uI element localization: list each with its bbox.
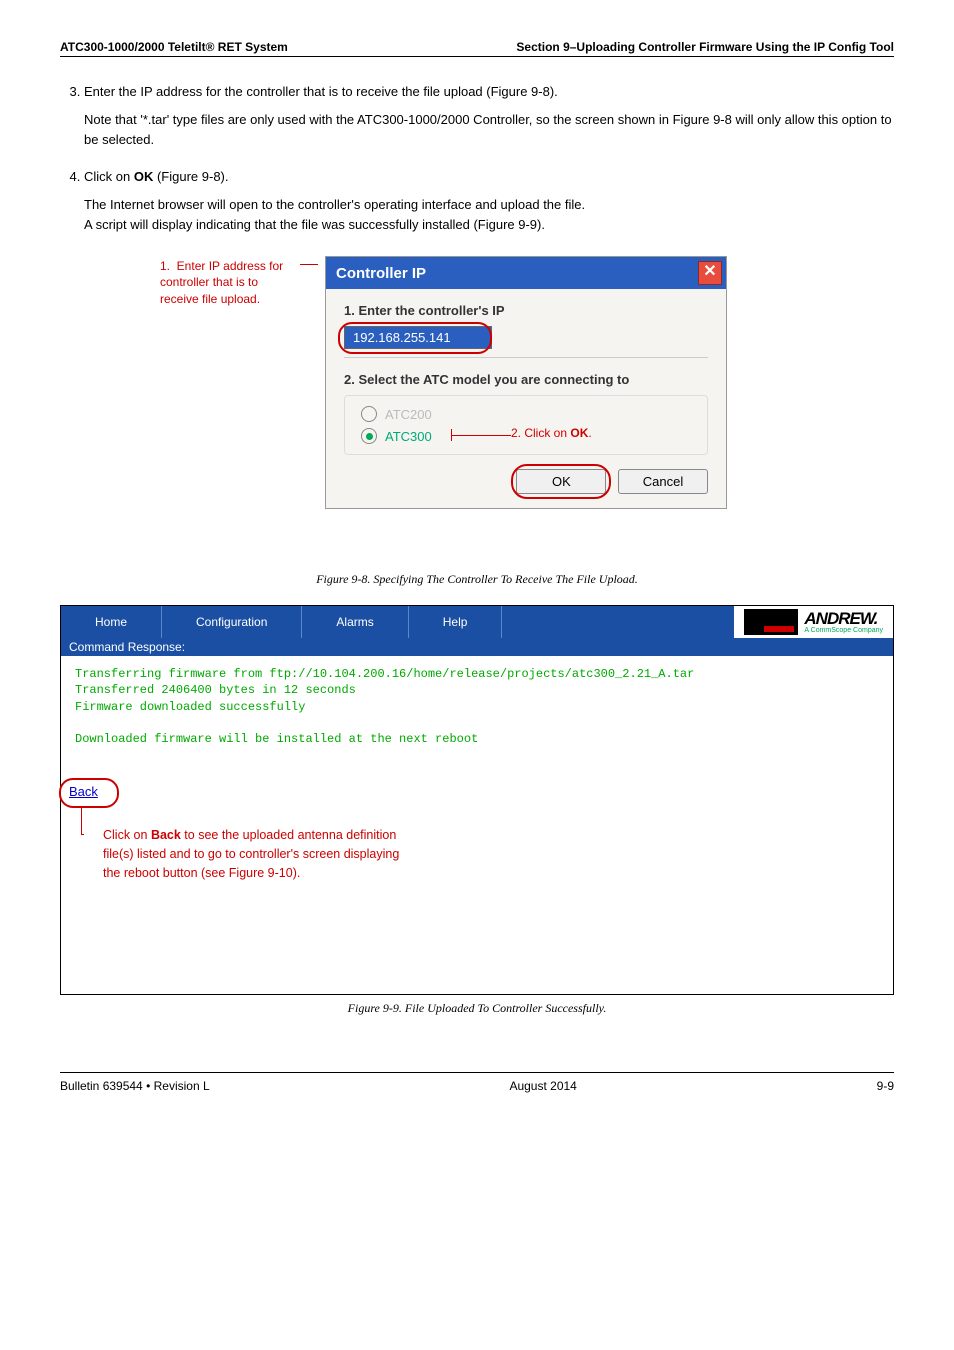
callout-enter-ip-text: 1. Enter IP address for controller that … <box>160 259 287 305</box>
logo-sub-text: A CommScope Company <box>804 627 883 634</box>
tab-home[interactable]: Home <box>61 606 162 638</box>
step-4-note2: A script will display indicating that th… <box>84 215 894 236</box>
tab-configuration[interactable]: Configuration <box>162 606 302 638</box>
command-response-header: Command Response: <box>61 638 893 656</box>
logo-main-text: ANDREW. <box>804 610 883 627</box>
figure-9-8: 1. Enter IP address for controller that … <box>160 256 894 566</box>
callout-line-icon <box>451 435 511 436</box>
tab-help[interactable]: Help <box>409 606 503 638</box>
step-4-post: (Figure 9-8). <box>153 169 228 184</box>
page-footer: Bulletin 639544 • Revision L August 2014… <box>60 1072 894 1093</box>
radio-atc200[interactable]: ATC200 <box>361 406 691 422</box>
callout-click-ok-post: . <box>588 426 591 440</box>
figure-9-9-caption: Figure 9-9. File Uploaded To Controller … <box>60 1001 894 1016</box>
atc-model-radio-group: ATC200 ATC300 2. Click on OK. <box>344 395 708 455</box>
radio-icon <box>361 406 377 422</box>
header-left: ATC300-1000/2000 Teletilt® RET System <box>60 40 288 54</box>
cancel-button[interactable]: Cancel <box>618 469 708 494</box>
dialog-buttons: OK Cancel <box>344 469 708 494</box>
brand-logo: ANDREW. A CommScope Company <box>734 606 893 638</box>
controller-ip-dialog: Controller IP ✕ 1. Enter the controller'… <box>325 256 727 509</box>
step-4-pre: Click on <box>84 169 134 184</box>
footer-center: August 2014 <box>509 1079 576 1093</box>
radio-atc200-label: ATC200 <box>385 407 432 422</box>
callout-click-ok-bold: OK <box>570 426 588 440</box>
callout-back: Click on Back to see the uploaded antenn… <box>103 826 399 882</box>
nav-tabs: Home Configuration Alarms Help ANDREW. A… <box>61 606 893 638</box>
radio-atc300-label: ATC300 <box>385 429 432 444</box>
enter-ip-label: 1. Enter the controller's IP <box>344 303 708 318</box>
callout-enter-ip: 1. Enter IP address for controller that … <box>160 258 300 307</box>
callout-line-icon <box>300 264 318 265</box>
select-model-label: 2. Select the ATC model you are connecti… <box>344 372 708 387</box>
callout-click-ok-pre: 2. Click on <box>511 426 570 440</box>
highlight-circle-icon <box>338 322 492 354</box>
back-link[interactable]: Back <box>69 784 98 799</box>
step-3: Enter the IP address for the controller … <box>84 82 894 151</box>
header-right: Section 9–Uploading Controller Firmware … <box>516 40 894 54</box>
callout-connector-icon <box>81 806 84 835</box>
tab-alarms[interactable]: Alarms <box>302 606 408 638</box>
radio-atc300[interactable]: ATC300 2. Click on OK. <box>361 428 691 444</box>
figure-9-9: Home Configuration Alarms Help ANDREW. A… <box>60 605 894 995</box>
footer-right: 9-9 <box>877 1079 894 1093</box>
radio-icon-selected <box>361 428 377 444</box>
step-4-note1: The Internet browser will open to the co… <box>84 195 894 216</box>
page-header: ATC300-1000/2000 Teletilt® RET System Se… <box>60 40 894 57</box>
callout-click-ok: 2. Click on OK. <box>511 426 592 440</box>
terminal-output: Transferring firmware from ftp://10.104.… <box>61 656 893 757</box>
footer-left: Bulletin 639544 • Revision L <box>60 1079 210 1093</box>
ip-input-wrap: 192.168.255.141 <box>344 326 708 349</box>
separator <box>344 357 708 358</box>
step-4: Click on OK (Figure 9-8). The Internet b… <box>84 167 894 236</box>
step-3-text: Enter the IP address for the controller … <box>84 84 558 99</box>
step-3-note: Note that '*.tar' type files are only us… <box>84 110 894 152</box>
instruction-list: Enter the IP address for the controller … <box>60 82 894 236</box>
dialog-body: 1. Enter the controller's IP 192.168.255… <box>326 289 726 508</box>
close-icon[interactable]: ✕ <box>698 261 722 285</box>
step-4-bold: OK <box>134 169 154 184</box>
dialog-title-text: Controller IP <box>336 265 426 282</box>
callout-back-pre: Click on <box>103 828 151 842</box>
dialog-titlebar: Controller IP ✕ <box>326 257 726 289</box>
highlight-circle-icon <box>59 778 119 808</box>
ok-button[interactable]: OK <box>516 469 606 494</box>
highlight-circle-icon <box>511 464 611 499</box>
figure-9-8-caption: Figure 9-8. Specifying The Controller To… <box>60 572 894 587</box>
callout-back-bold: Back <box>151 828 181 842</box>
logo-image-icon <box>744 609 798 635</box>
